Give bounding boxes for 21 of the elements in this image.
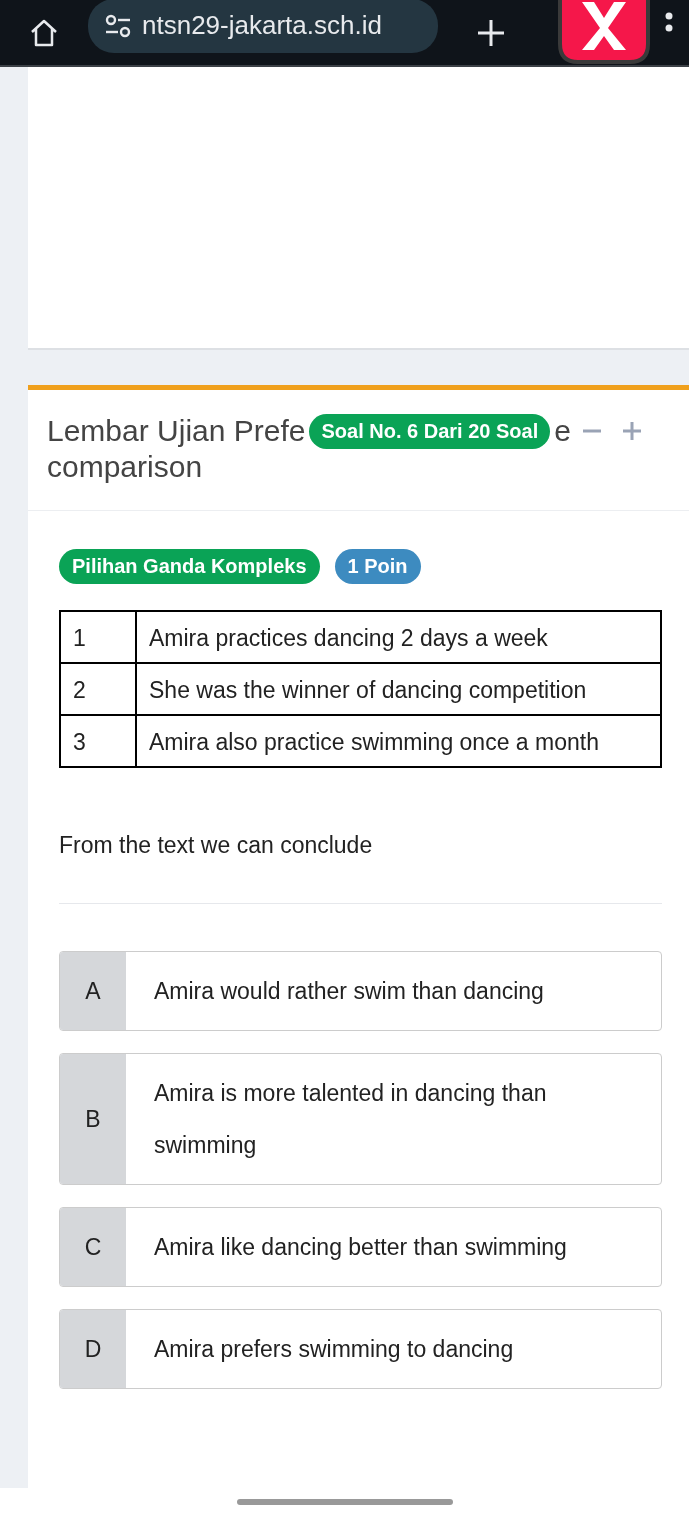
table-cell: Amira also practice swimming once a month — [136, 715, 661, 767]
site-settings-icon[interactable] — [104, 13, 132, 38]
question-counter-badge: Soal No. 6 Dari 20 Soal — [309, 413, 551, 449]
table-cell: Amira practices dancing 2 days a week — [136, 611, 661, 663]
new-tab-icon[interactable] — [476, 17, 506, 48]
address-bar[interactable]: ntsn29-jakarta.sch.id — [88, 0, 438, 53]
points-badge: 1 Poin — [334, 549, 421, 584]
table-cell: 3 — [60, 715, 136, 767]
question-text: From the text we can conclude — [59, 832, 374, 859]
table-cell: 1 — [60, 611, 136, 663]
answer-option[interactable]: A Amira would rather swim than dancing — [59, 951, 662, 1031]
question-type-badge: Pilihan Ganda Kompleks — [59, 549, 320, 584]
table-cell: She was the winner of dancing competition — [136, 663, 661, 715]
exam-title: Lembar Ujian Prefe — [47, 414, 306, 448]
answer-option[interactable]: C Amira like dancing better than swimming — [59, 1207, 662, 1287]
url-text: ntsn29-jakarta.sch.id — [142, 10, 382, 41]
exam-title: e — [554, 414, 571, 448]
answer-option[interactable]: B Amira is more talented in dancing than swimming — [59, 1053, 662, 1185]
exam-title: comparison — [47, 450, 204, 484]
answer-option[interactable]: D Amira prefers swimming to dancing — [59, 1309, 662, 1389]
table-cell: 2 — [60, 663, 136, 715]
